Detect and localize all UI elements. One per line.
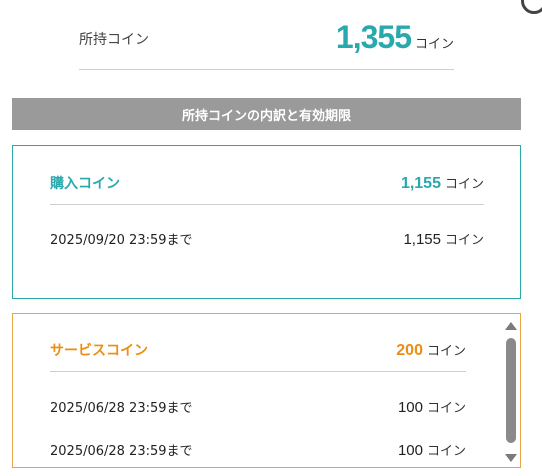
- scroll-thumb[interactable]: [506, 338, 516, 443]
- scroll-down-arrow-icon[interactable]: [505, 454, 517, 462]
- purchased-coin-card: 購入コイン 1,155 コイン 2025/09/20 23:59まで 1,155…: [12, 145, 521, 299]
- expiry-date: 2025/06/28 23:59まで: [50, 443, 193, 459]
- balance-label: 所持コイン: [79, 32, 149, 48]
- scroll-up-arrow-icon[interactable]: [505, 322, 517, 330]
- list-item: 2025/06/28 23:59まで 100 コイン: [50, 395, 466, 417]
- service-coin-total-unit: コイン: [426, 344, 466, 359]
- coin-balance: 所持コイン 1,355 コイン: [79, 16, 454, 70]
- expiry-date: 2025/06/28 23:59まで: [50, 400, 193, 416]
- service-coin-header: サービスコイン 200 コイン: [50, 328, 466, 372]
- scrollbar[interactable]: [505, 322, 517, 462]
- list-item: 2025/09/20 23:59まで 1,155 コイン: [50, 227, 484, 249]
- purchased-coin-total-amount: 1,155: [400, 175, 441, 192]
- coin-amount: 1,155 コイン: [403, 229, 484, 248]
- expiry-date: 2025/09/20 23:59まで: [50, 232, 193, 248]
- coin-amount-value: 100: [397, 441, 423, 459]
- purchased-coin-total-unit: コイン: [444, 177, 484, 192]
- service-coin-total-amount: 200: [396, 342, 423, 359]
- coin-amount-unit: コイン: [444, 232, 484, 248]
- balance-amount: 1,355: [335, 19, 412, 55]
- service-coin-card[interactable]: サービスコイン 200 コイン 2025/06/28 23:59まで 100 コ…: [12, 313, 521, 468]
- coin-amount: 100 コイン: [398, 397, 466, 416]
- coin-amount-unit: コイン: [426, 400, 466, 416]
- balance-value: 1,355 コイン: [336, 19, 454, 56]
- purchased-coin-header: 購入コイン 1,155 コイン: [50, 161, 484, 205]
- service-coin-total: 200 コイン: [396, 340, 466, 360]
- coin-amount-value: 100: [397, 398, 423, 416]
- purchased-coin-title: 購入コイン: [50, 176, 120, 192]
- close-icon[interactable]: [521, 0, 542, 14]
- service-coin-title: サービスコイン: [50, 343, 148, 359]
- coin-amount: 100 コイン: [398, 440, 466, 459]
- coin-amount-value: 1,155: [403, 230, 441, 248]
- coin-amount-unit: コイン: [426, 443, 466, 459]
- list-item: 2025/06/28 23:59まで 100 コイン: [50, 438, 466, 460]
- breakdown-header: 所持コインの内訳と有効期限: [12, 98, 521, 130]
- balance-unit: コイン: [414, 37, 454, 52]
- purchased-coin-total: 1,155 コイン: [401, 173, 484, 193]
